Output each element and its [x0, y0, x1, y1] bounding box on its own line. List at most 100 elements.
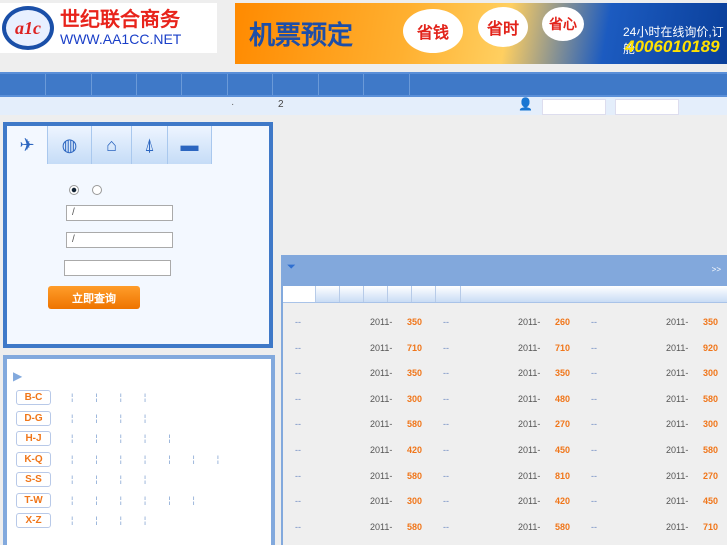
route-link[interactable]: --	[591, 445, 597, 455]
username-input[interactable]	[542, 99, 606, 115]
city-link[interactable]: ¦	[95, 413, 97, 423]
deals-tab[interactable]	[388, 286, 412, 302]
city-link[interactable]: ¦	[144, 515, 146, 525]
route-link[interactable]: --	[443, 368, 449, 378]
city-link[interactable]: ¦	[193, 454, 195, 464]
deals-tab[interactable]	[436, 286, 461, 302]
route-link[interactable]: --	[443, 522, 449, 532]
route-link[interactable]: --	[295, 419, 301, 429]
city-group-button[interactable]: X-Z	[16, 513, 51, 528]
route-link[interactable]: --	[591, 522, 597, 532]
date-input[interactable]	[64, 260, 171, 276]
route-link[interactable]: --	[443, 496, 449, 506]
more-link[interactable]: >>	[712, 265, 721, 274]
password-input[interactable]	[615, 99, 679, 115]
city-link[interactable]: ¦	[144, 495, 146, 505]
deals-tab[interactable]	[364, 286, 388, 302]
route-link[interactable]: --	[443, 317, 449, 327]
nav-item[interactable]	[182, 74, 228, 95]
deals-tab[interactable]	[340, 286, 364, 302]
city-link[interactable]: ¦	[120, 495, 122, 505]
city-link[interactable]: ¦	[95, 433, 97, 443]
nav-item[interactable]	[319, 74, 364, 95]
route-link[interactable]: --	[443, 471, 449, 481]
city-link[interactable]: ¦	[71, 433, 73, 443]
search-button[interactable]: 立即查询	[48, 286, 140, 309]
home-icon[interactable]: ⌂	[92, 126, 132, 164]
city-link[interactable]: ¦	[120, 515, 122, 525]
route-link[interactable]: --	[591, 496, 597, 506]
city-link[interactable]: ¦	[120, 392, 122, 402]
city-link[interactable]: ¦	[168, 495, 170, 505]
city-link[interactable]: ¦	[71, 413, 73, 423]
city-link[interactable]: ¦	[95, 474, 97, 484]
city-link[interactable]: ¦	[95, 392, 97, 402]
route-link[interactable]: --	[295, 394, 301, 404]
flight-booking-banner[interactable]: 机票预定 省钱 省时 省心 24小时在线询价,订舱 4006010189	[235, 3, 727, 64]
route-link[interactable]: --	[591, 317, 597, 327]
city-link[interactable]: ¦	[217, 454, 219, 464]
one-way-radio[interactable]	[69, 185, 79, 195]
city-link[interactable]: ¦	[71, 474, 73, 484]
city-link[interactable]: ¦	[95, 515, 97, 525]
city-group-button[interactable]: H-J	[16, 431, 51, 446]
globe-icon[interactable]: ◍	[48, 126, 92, 164]
city-link[interactable]: ¦	[144, 454, 146, 464]
city-link[interactable]: ¦	[95, 495, 97, 505]
card-icon[interactable]: ▬	[168, 126, 212, 164]
nav-item[interactable]	[228, 74, 273, 95]
city-link[interactable]: ¦	[144, 474, 146, 484]
route-link[interactable]: --	[443, 445, 449, 455]
city-link[interactable]: ¦	[144, 413, 146, 423]
deals-tab[interactable]	[316, 286, 340, 302]
nav-item[interactable]	[46, 74, 92, 95]
city-link[interactable]: ¦	[71, 392, 73, 402]
plane-icon[interactable]: ✈	[7, 126, 48, 164]
route-link[interactable]: --	[591, 394, 597, 404]
city-link[interactable]: ¦	[168, 433, 170, 443]
route-link[interactable]: --	[591, 471, 597, 481]
route-link[interactable]: --	[591, 419, 597, 429]
city-link[interactable]: ¦	[144, 392, 146, 402]
route-link[interactable]: --	[295, 343, 301, 353]
route-link[interactable]: --	[443, 419, 449, 429]
city-link[interactable]: ¦	[120, 433, 122, 443]
city-link[interactable]: ¦	[193, 495, 195, 505]
city-group-button[interactable]: S-S	[16, 472, 51, 487]
nav-item[interactable]	[137, 74, 182, 95]
arrival-city-input[interactable]: /	[66, 232, 173, 248]
city-link[interactable]: ¦	[120, 454, 122, 464]
route-link[interactable]: --	[295, 471, 301, 481]
site-logo[interactable]: a1c 世纪联合商务 WWW.AA1CC.NET	[0, 3, 217, 53]
city-link[interactable]: ¦	[95, 454, 97, 464]
nav-item[interactable]	[364, 74, 410, 95]
route-link[interactable]: --	[295, 445, 301, 455]
departure-city-input[interactable]: /	[66, 205, 173, 221]
route-link[interactable]: --	[443, 343, 449, 353]
route-link[interactable]: --	[591, 368, 597, 378]
chevron-down-icon[interactable]: ⏷	[287, 261, 296, 274]
nav-item[interactable]	[92, 74, 137, 95]
city-link[interactable]: ¦	[144, 433, 146, 443]
tower-icon[interactable]: ⍋	[132, 126, 168, 164]
deals-tab[interactable]	[412, 286, 436, 302]
city-group-button[interactable]: T-W	[16, 492, 51, 508]
round-trip-radio[interactable]	[92, 185, 102, 195]
city-group-button[interactable]: K-Q	[16, 451, 51, 467]
deals-tab[interactable]	[283, 286, 316, 302]
route-link[interactable]: --	[591, 343, 597, 353]
route-link[interactable]: --	[295, 496, 301, 506]
city-group-button[interactable]: D-G	[16, 410, 51, 426]
nav-item[interactable]	[273, 74, 319, 95]
city-link[interactable]: ¦	[168, 454, 170, 464]
route-link[interactable]: --	[295, 317, 301, 327]
city-link[interactable]: ¦	[71, 454, 73, 464]
city-group-button[interactable]: B-C	[16, 390, 51, 405]
route-link[interactable]: --	[295, 368, 301, 378]
city-link[interactable]: ¦	[71, 515, 73, 525]
city-link[interactable]: ¦	[120, 474, 122, 484]
route-link[interactable]: --	[295, 522, 301, 532]
route-link[interactable]: --	[443, 394, 449, 404]
city-link[interactable]: ¦	[120, 413, 122, 423]
nav-item[interactable]	[0, 74, 46, 95]
